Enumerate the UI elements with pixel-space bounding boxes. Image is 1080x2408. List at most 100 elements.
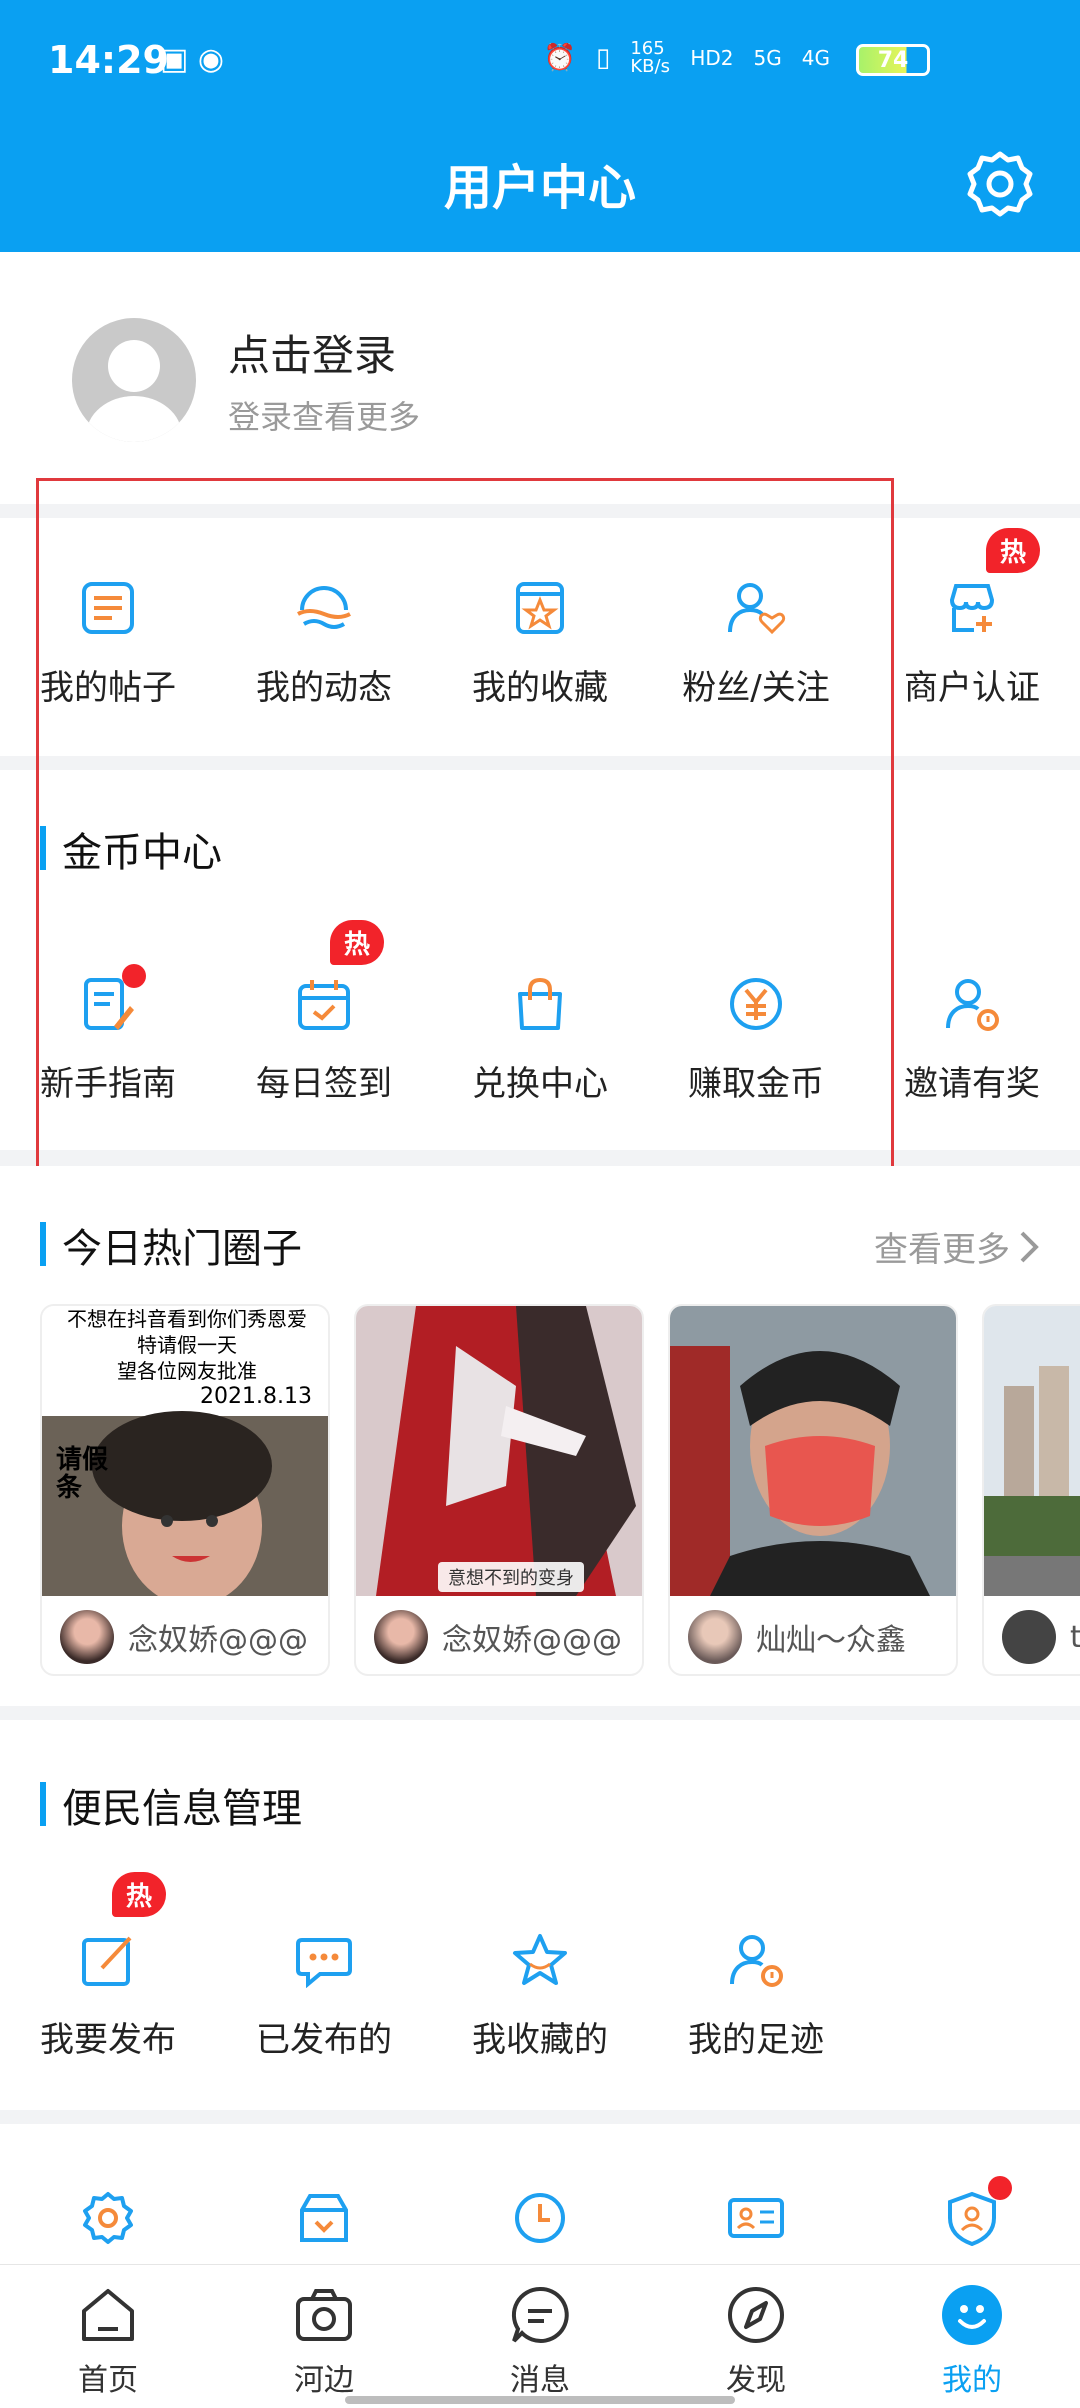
download-box-icon [294,2188,354,2248]
nav-discover[interactable]: 发现 [648,2265,864,2408]
publish-icon [78,1930,138,1990]
convenience-card: 便民信息管理 热 我要发布 已发布的 我收藏的 我的足迹 [0,1720,1080,2110]
chevron-right-icon [1020,1231,1039,1262]
sticker-text: 请假条 [56,1445,109,1503]
nav-label: 我的 [942,2363,1002,2398]
profile-icon [940,2283,1004,2347]
post-text-line: 2021.8.13 [200,1384,312,1409]
hot-badge: 热 [986,528,1041,573]
circle-card[interactable]: 不想在抖音看到你们秀恩爱 特请假一天 望各位网友批准 2021.8.13 请假条… [40,1304,330,1676]
section-title-hot-circles: 今日热门圈子 [40,1216,302,1274]
tool-settings[interactable] [0,2188,216,2248]
conv-my-favorites[interactable]: 我收藏的 [432,1930,648,2061]
circle-card[interactable]: 灿灿～众鑫 [668,1304,958,1676]
circle-post-text: 不想在抖音看到你们秀恩爱 特请假一天 望各位网友批准 2021.8.13 [42,1306,328,1410]
published-icon [294,1930,354,1990]
5g-signal-icon: 5G [753,46,782,70]
circle-post-image: 意想不到的变身 [356,1306,642,1596]
battery-icon: 74 [856,44,930,76]
tool-download-box[interactable] [216,2188,432,2248]
vibrate-icon: ▯ [596,43,611,73]
menu-label: 已发布的 [256,2020,392,2060]
notification-dot [988,2176,1012,2200]
home-icon [76,2283,140,2347]
user-avatar [688,1610,742,1664]
circle-post-image [670,1306,956,1596]
coin-invite-reward[interactable]: 邀请有奖 [864,974,1080,1105]
highlight-box [36,478,894,1178]
circle-card-footer: 念奴娇@@@ [356,1596,642,1674]
menu-label: 商户认证 [904,668,1040,708]
bottom-navigation: 首页 河边 消息 发现 我的 [0,2264,1080,2408]
alarm-icon: ⏰ [543,43,577,73]
login-card[interactable]: 点击登录 登录查看更多 [0,252,1080,504]
status-bar: 14:29 ▣ ◉ ⏰ ▯ 165 KB/s HD2 5G 4G 74 [0,0,1080,120]
nav-riverside[interactable]: 河边 [216,2265,432,2408]
nav-label: 河边 [294,2363,354,2398]
circle-post-caption: 意想不到的变身 [438,1562,584,1592]
convenience-grid: 热 我要发布 已发布的 我收藏的 我的足迹 [0,1872,1080,2061]
nav-label: 消息 [510,2363,570,2398]
circle-card-footer: 念奴娇@@@ [42,1596,328,1674]
circle-card[interactable]: 意想不到的变身 念奴娇@@@ [354,1304,644,1676]
circle-card-footer: 灿灿～众鑫 [670,1596,956,1674]
message-icon [508,2283,572,2347]
nav-label: 首页 [78,2363,138,2398]
tool-id-card[interactable] [648,2188,864,2248]
top-bar: 14:29 ▣ ◉ ⏰ ▯ 165 KB/s HD2 5G 4G 74 用户中心 [0,0,1080,252]
tool-history[interactable] [432,2188,648,2248]
nav-home[interactable]: 首页 [0,2265,216,2408]
circle-user-name: 灿灿～众鑫 [756,1623,906,1658]
tool-shield-user[interactable] [864,2176,1080,2248]
login-title[interactable]: 点击登录 [228,322,396,383]
user-avatar [1002,1610,1056,1664]
menu-shop-cert[interactable]: 热 商户认证 [864,528,1080,709]
menu-label: 邀请有奖 [904,1064,1040,1104]
circle-post-image: 不想在抖音看到你们秀恩爱 特请假一天 望各位网友批准 2021.8.13 请假条 [42,1306,328,1606]
status-right-icons: ⏰ ▯ 165 KB/s HD2 5G 4G [544,40,830,76]
post-text-line: 不想在抖音看到你们秀恩爱 [67,1307,307,1331]
avatar[interactable] [72,318,196,442]
view-more-link[interactable]: 查看更多 [874,1222,1040,1271]
user-avatar [374,1610,428,1664]
circle-user-name: 念奴娇@@@ [128,1623,308,1658]
footprint-icon [726,1930,786,1990]
user-avatar [60,1610,114,1664]
page-title: 用户中心 [443,160,636,216]
conv-publish[interactable]: 热 我要发布 [0,1872,216,2061]
circle-user-name: 念奴娇@@@ [442,1623,622,1658]
view-more-label: 查看更多 [874,1230,1010,1270]
conv-published[interactable]: 已发布的 [216,1930,432,2061]
menu-label: 我的足迹 [688,2020,824,2060]
nav-messages[interactable]: 消息 [432,2265,648,2408]
status-notification-icons: ▣ ◉ [160,42,225,77]
compass-icon [724,2283,788,2347]
star-icon [510,1930,570,1990]
camera-icon [292,2283,356,2347]
circle-card-footer: t [984,1596,1080,1674]
circle-user-name: t [1070,1620,1080,1655]
nav-mine[interactable]: 我的 [864,2265,1080,2408]
circle-card[interactable]: t [982,1304,1080,1676]
hot-badge: 热 [112,1872,167,1917]
hd-icon: HD2 [690,46,734,70]
conv-footprint[interactable]: 我的足迹 [648,1930,864,2061]
invite-icon [942,974,1002,1034]
settings-icon[interactable] [964,148,1036,220]
section-title-convenience: 便民信息管理 [40,1776,302,1834]
hot-circles-list: 不想在抖音看到你们秀恩爱 特请假一天 望各位网友批准 2021.8.13 请假条… [40,1304,1080,1676]
clock-icon [510,2188,570,2248]
post-text-line: 特请假一天 [137,1333,237,1357]
shop-cert-icon [942,578,1002,638]
menu-label: 我收藏的 [472,2020,608,2060]
post-text-line: 望各位网友批准 [117,1359,257,1383]
login-subtitle: 登录查看更多 [228,398,421,436]
settings-icon [78,2188,138,2248]
tools-grid [0,2176,1080,2248]
battery-level: 74 [877,47,909,73]
tools-card [0,2124,1080,2264]
id-card-icon [726,2188,786,2248]
home-indicator[interactable] [345,2396,735,2404]
circle-post-image [984,1306,1080,1596]
4g-signal-icon: 4G [801,46,830,70]
